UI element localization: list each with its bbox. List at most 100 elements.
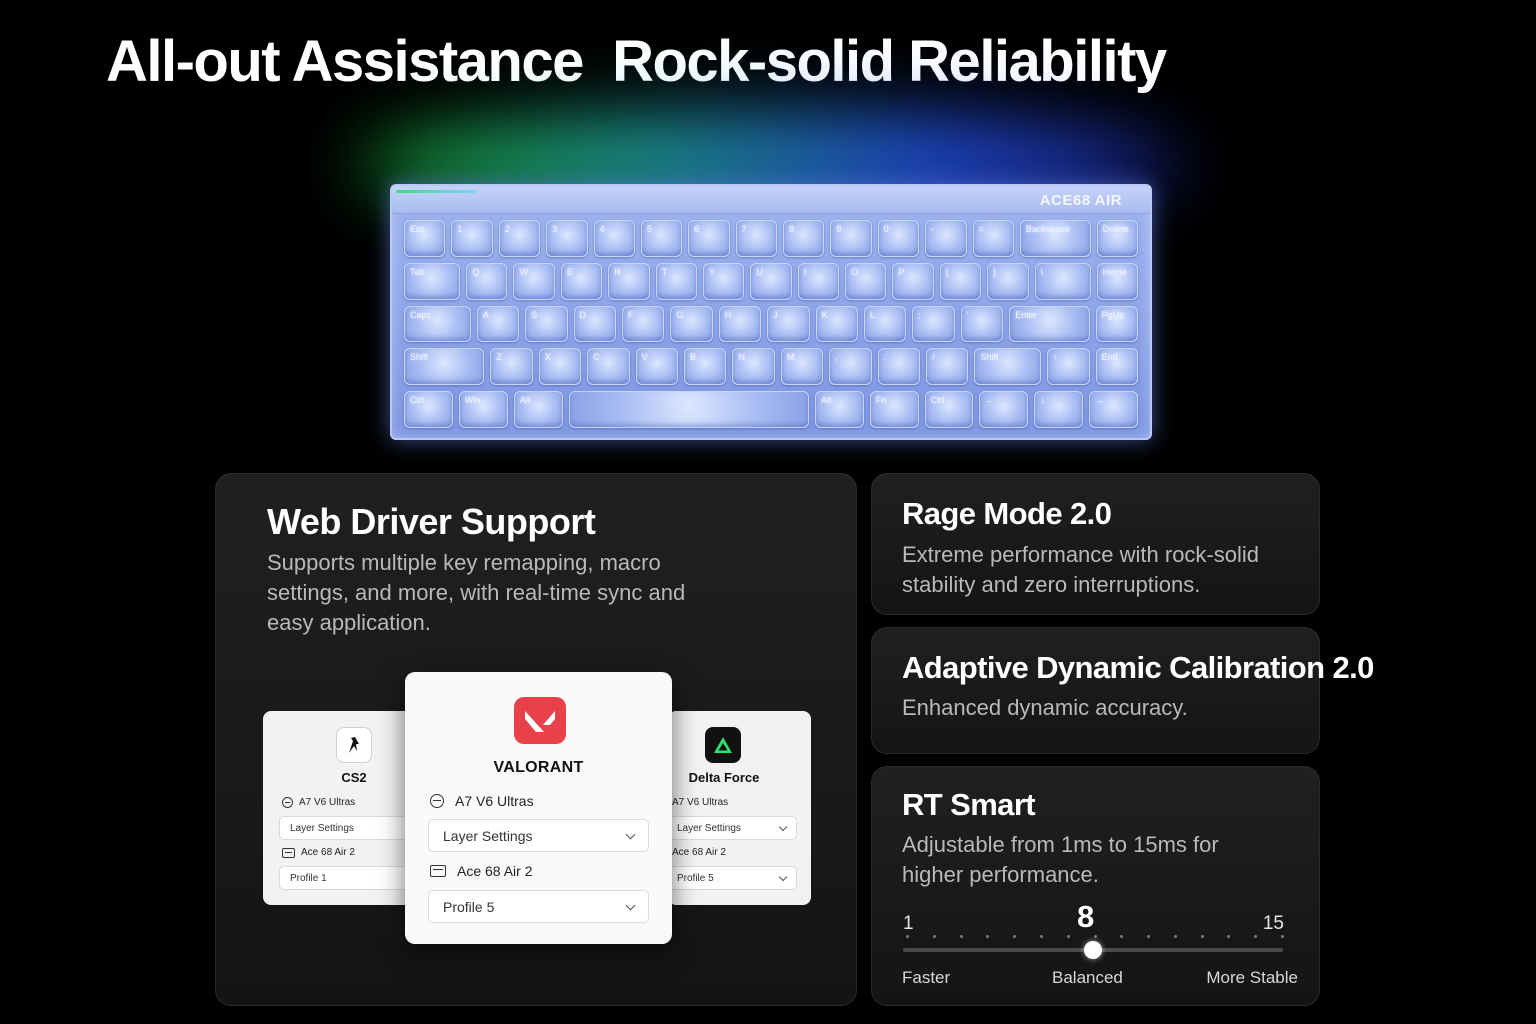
cs2-profile-select-value: Profile 1 [290, 872, 327, 884]
keyboard-key: V [635, 348, 679, 386]
valorant-logo-glyph [525, 710, 555, 732]
keyboard-key: C [587, 348, 630, 386]
valorant-name: VALORANT [493, 759, 584, 776]
delta-force-profile-panel[interactable]: Delta Force A7 V6 Ultras Layer Settings … [666, 711, 811, 905]
valorant-layer-select[interactable]: Layer Settings [428, 819, 649, 852]
keyboard-key: ↓ [1034, 391, 1084, 428]
adaptive-calibration-card: Adaptive Dynamic Calibration 2.0 Enhance… [871, 627, 1374, 754]
keyboard-top-bar: ACE68 AIR [392, 186, 1150, 214]
web-driver-description: Supports multiple key remapping, macro s… [267, 550, 686, 635]
keyboard-key: Home [1096, 262, 1138, 300]
keyboard-key: L [863, 305, 907, 343]
keyboard-keys: Esc 1 2 3 4 5 6 7 8 9 0- = Backspace Delete Tab Q W E R T Y U… [404, 220, 1139, 428]
keyboard-key: Win [458, 391, 508, 428]
keyboard-key: Alt [513, 391, 563, 428]
keyboard-key: N [732, 348, 775, 386]
keyboard-key: O [845, 262, 887, 300]
keyboard-key: S [525, 305, 568, 343]
delta-force-device-1-label: A7 V6 Ultras [672, 797, 729, 808]
delta-force-device-1: A7 V6 Ultras [672, 797, 728, 808]
delta-force-logo-glyph [714, 737, 732, 753]
slider-tick [932, 935, 936, 938]
valorant-profile-select-value: Profile 5 [443, 898, 495, 915]
keyboard-key: X [538, 348, 582, 386]
keyboard-brand: ACE68 AIR [1039, 192, 1122, 209]
keyboard-key: 8 [783, 220, 825, 257]
keyboard-key: D [573, 305, 616, 343]
keyboard-key: H [718, 305, 762, 343]
slider-tick [1200, 935, 1204, 938]
delta-force-device-2: Ace 68 Air 2 [672, 847, 726, 858]
cs2-layer-select[interactable]: Layer Settings [279, 816, 419, 840]
keyboard-key: 4 [593, 220, 635, 257]
keyboard-key: Tab [404, 262, 461, 300]
slider-tick [1173, 935, 1177, 938]
keyboard-row: Shift Z X C V B N M,. / Shift ↑ End [404, 348, 1139, 386]
keyboard-key: T [655, 262, 697, 300]
slider-tick [906, 935, 909, 938]
keyboard-row: Ctrl Win Alt Alt Fn Ctrl ← ↓ → [404, 391, 1139, 428]
keyboard-key: ← [979, 391, 1029, 428]
cs2-profile-panel[interactable]: CS2 A7 V6 Ultras Layer Settings Ace 68 A… [263, 711, 419, 905]
keyboard-key: 5 [640, 220, 683, 257]
keyboard-device-icon [430, 865, 446, 877]
cs2-device-1: A7 V6 Ultras [282, 797, 355, 808]
keyboard-key: Z [490, 348, 533, 386]
delta-force-profile-select-value: Profile 5 [677, 872, 714, 884]
adaptive-calibration-title: Adaptive Dynamic Calibration 2.0 [902, 650, 1374, 685]
keyboard-led-strip [396, 190, 476, 193]
keyboard-spacebar [568, 391, 809, 428]
slider-tick [1013, 935, 1017, 938]
keyboard-key: Ctrl [404, 391, 453, 428]
delta-force-layer-select[interactable]: Layer Settings [666, 816, 797, 840]
keyboard-key: B [684, 348, 727, 386]
keyboard-key: , [829, 348, 872, 386]
keyboard-key: Enter [1009, 305, 1090, 343]
keyboard-key: Ctrl [924, 391, 974, 428]
slider-tick [1120, 935, 1124, 938]
adaptive-calibration-description: Enhanced dynamic accuracy. [902, 695, 1188, 720]
slider-tick-marks [906, 935, 1284, 939]
web-driver-title: Web Driver Support [267, 501, 596, 542]
slider-tick [1227, 935, 1231, 938]
keyboard-key: 1 [451, 220, 493, 257]
keyboard-key: U [750, 262, 792, 300]
keyboard-key: Y [702, 262, 745, 300]
cs2-logo-icon [336, 727, 372, 763]
rt-smart-slider-thumb[interactable] [1084, 941, 1102, 959]
chevron-down-icon [625, 829, 636, 839]
keyboard-key: Shift [404, 348, 485, 386]
cs2-logo-glyph [349, 737, 359, 753]
chevron-down-icon [778, 872, 788, 881]
chevron-down-icon [625, 900, 636, 910]
keyboard-key: Shift [974, 348, 1042, 386]
keyboard-key: 0 [877, 220, 920, 257]
valorant-profile-panel[interactable]: VALORANT A7 V6 Ultras Layer Settings Ace… [405, 672, 672, 944]
keyboard-image: ACE68 AIR Esc 1 2 3 4 5 6 7 8 9 0- = Backspace Delete… [390, 184, 1152, 440]
keyboard-key: PgUp [1095, 305, 1139, 343]
keyboard-key: M [780, 348, 824, 386]
slider-tick [1281, 935, 1284, 938]
keyboard-key: I [797, 262, 840, 300]
slider-current-value: 8 [1077, 899, 1095, 934]
keyboard-row: Caps A S D F G H J K L; ' Enter PgUp [404, 305, 1139, 343]
keyboard-key: P [892, 262, 934, 300]
slider-more-stable-label: More Stable [1206, 968, 1298, 987]
slider-faster-label: Faster [902, 968, 951, 987]
valorant-device-1-label: A7 V6 Ultras [455, 793, 534, 809]
keyboard-key: ↑ [1047, 348, 1090, 386]
keyboard-key: 9 [830, 220, 872, 257]
keyboard-key: End [1095, 348, 1139, 386]
keyboard-key: J [767, 305, 810, 343]
cs2-device-1-label: A7 V6 Ultras [299, 797, 356, 808]
valorant-profile-select[interactable]: Profile 5 [428, 890, 649, 923]
slider-tick [1254, 935, 1258, 938]
delta-force-profile-select[interactable]: Profile 5 [666, 866, 797, 890]
keyboard-key: 7 [735, 220, 777, 257]
keyboard-key: R [608, 262, 650, 300]
valorant-layer-select-value: Layer Settings [443, 827, 533, 844]
valorant-device-2-label: Ace 68 Air 2 [457, 863, 533, 879]
keyboard-key: A [476, 305, 520, 343]
cs2-profile-select[interactable]: Profile 1 [279, 866, 419, 890]
keyboard-row: Tab Q W E R T Y U I O P[] \ Home [404, 262, 1138, 300]
